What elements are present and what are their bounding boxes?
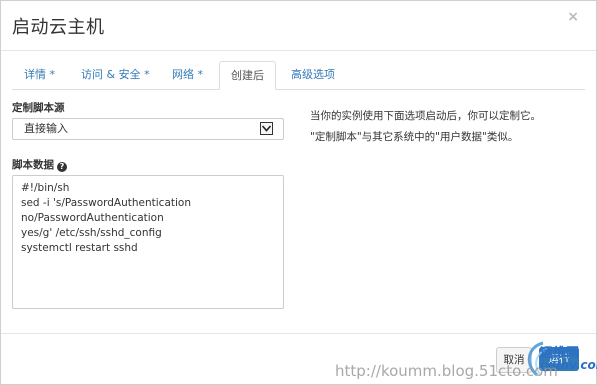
customization-source-label: 定制脚本源 <box>12 102 65 114</box>
watermark-url: http://koumm.blog.51cto.com <box>335 362 558 380</box>
customization-source-value: 直接输入 <box>24 122 68 135</box>
script-data-label: 脚本数据? <box>12 157 67 172</box>
header-divider <box>1 50 596 51</box>
help-text-line-2: "定制脚本"与其它系统中的"用户数据"类似。 <box>310 131 519 143</box>
tab-access-security[interactable]: 访问 & 安全 * <box>69 62 162 88</box>
question-circle-icon[interactable]: ? <box>57 162 67 172</box>
tab-bar: 详情 * 访问 & 安全 * 网络 * 创建后 高级选项 <box>12 61 585 90</box>
footer-divider <box>1 333 596 334</box>
tab-post-creation[interactable]: 创建后 <box>219 61 276 90</box>
tab-networking[interactable]: 网络 * <box>160 62 215 88</box>
dialog-title: 启动云主机 <box>12 17 105 38</box>
customization-source-select[interactable]: 直接输入 <box>12 118 284 140</box>
chevron-down-icon[interactable] <box>260 122 273 135</box>
tab-advanced-options[interactable]: 高级选项 <box>279 62 347 88</box>
script-data-textarea[interactable]: #!/bin/sh sed -i 's/PasswordAuthenticati… <box>12 175 284 309</box>
launch-instance-dialog: 启动云主机 × 详情 * 访问 & 安全 * 网络 * 创建后 高级选项 定制脚… <box>0 0 597 385</box>
script-data-label-text: 脚本数据 <box>12 159 54 171</box>
help-text-line-1: 当你的实例使用下面选项启动后，你可以定制它。 <box>310 110 541 122</box>
close-icon[interactable]: × <box>567 9 579 25</box>
tab-details[interactable]: 详情 * <box>12 62 67 88</box>
